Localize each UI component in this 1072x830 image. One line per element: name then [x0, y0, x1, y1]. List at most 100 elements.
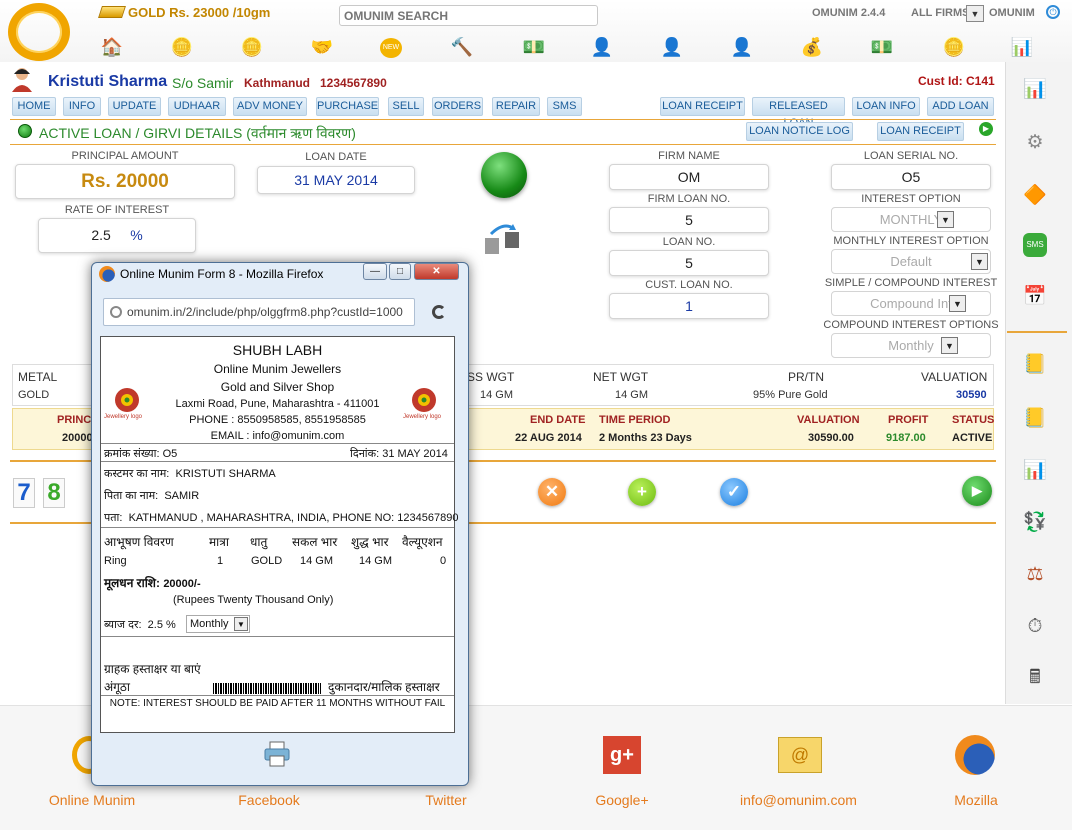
url-text[interactable]: omunim.in/2/include/php/olggfrm8.php?cus…	[127, 305, 412, 319]
gear-icon[interactable]: ⚙	[1022, 130, 1048, 156]
firm-loan-no-field[interactable]: 5	[609, 207, 769, 233]
footer-facebook[interactable]: Facebook	[226, 792, 312, 808]
sms-icon[interactable]: SMS	[1023, 233, 1047, 257]
calculator-icon[interactable]: 🖩	[1022, 665, 1048, 691]
firm-loan-no-label: FIRM LOAN NO.	[647, 193, 731, 205]
nav-released-loan[interactable]: RELEASED LOAN	[752, 97, 845, 129]
rate-field[interactable]: 2.5 %	[38, 218, 196, 253]
print-icon[interactable]	[263, 741, 291, 767]
nav-udhaar[interactable]: UDHAAR	[168, 97, 226, 116]
doc-date-value: 31 MAY 2014	[382, 448, 448, 460]
compound-options-select[interactable]: Monthly ▼	[831, 333, 991, 358]
cash-icon[interactable]: 💵	[870, 36, 894, 58]
calendar-icon[interactable]: 📅	[1022, 284, 1048, 310]
nav-add-loan[interactable]: ADD LOAN	[927, 97, 994, 116]
notebook-icon[interactable]: 📒	[1022, 352, 1048, 378]
money-spray-icon[interactable]: 💵	[522, 36, 546, 58]
chevron-down-icon[interactable]: ▼	[949, 295, 966, 312]
maximize-button[interactable]: □	[389, 263, 411, 280]
nav-home[interactable]: HOME	[12, 97, 56, 116]
doc-interval-select[interactable]: Monthly ▼	[186, 615, 250, 633]
footer-email[interactable]: info@omunim.com	[728, 792, 869, 808]
nav-loan-receipt[interactable]: LOAN RECEIPT	[660, 97, 745, 116]
loan-no-field[interactable]: 5	[609, 250, 769, 276]
chevron-down-icon[interactable]: ▼	[234, 617, 248, 631]
confirm-icon[interactable]: ✓	[720, 478, 748, 506]
new-badge-icon[interactable]: NEW	[380, 38, 402, 58]
cancel-icon[interactable]: ✕	[538, 478, 566, 506]
chevron-down-icon[interactable]: ▼	[971, 253, 988, 270]
footer-google-plus[interactable]: Google+	[588, 792, 656, 808]
hierarchy-icon[interactable]: 🔶	[1022, 183, 1048, 209]
firm-dropdown[interactable]: ▼	[966, 5, 984, 22]
nav-orders[interactable]: ORDERS	[432, 97, 483, 116]
footer-mozilla[interactable]: Mozilla	[946, 792, 1006, 808]
reload-icon[interactable]	[432, 305, 446, 319]
chevron-down-icon[interactable]: ▼	[941, 337, 958, 354]
summary-profit-header: PROFIT	[888, 414, 929, 426]
email-icon[interactable]: @	[778, 737, 822, 773]
cust-loan-no-field[interactable]: 1	[609, 293, 769, 319]
customer-name: Kristuti Sharma	[48, 73, 168, 90]
nav-repair[interactable]: REPAIR	[492, 97, 540, 116]
staff-icon[interactable]: 👤	[730, 36, 754, 58]
chevron-down-icon[interactable]: ▼	[937, 211, 954, 228]
counter-digit-7[interactable]: 7	[13, 478, 35, 508]
nav-loan-info[interactable]: LOAN INFO	[852, 97, 920, 116]
simple-compound-select[interactable]: Compound Int ▼	[831, 291, 991, 316]
nav-purchase[interactable]: PURCHASE	[316, 97, 379, 116]
footer-twitter[interactable]: Twitter	[410, 792, 482, 808]
doc-item-header-qty: मात्रा	[209, 535, 230, 549]
close-button[interactable]: ✕	[414, 263, 459, 280]
firm-name-field[interactable]: OM	[609, 164, 769, 190]
rate-unit: %	[130, 227, 143, 243]
search-input[interactable]	[339, 5, 598, 26]
next-icon[interactable]: ▶	[979, 122, 993, 136]
minimize-button[interactable]: —	[363, 263, 387, 280]
nav-update[interactable]: UPDATE	[108, 97, 161, 116]
loan-handshake-icon[interactable]: 🤝	[310, 36, 334, 58]
loan-receipt-button[interactable]: LOAN RECEIPT	[877, 122, 964, 141]
jewellery-logo-right	[412, 388, 436, 412]
nav-sell[interactable]: SELL	[388, 97, 424, 116]
nav-info[interactable]: INFO	[63, 97, 101, 116]
bar-chart-icon[interactable]: 📊	[1022, 77, 1048, 103]
transfer-loan-icon[interactable]	[483, 222, 523, 260]
google-plus-icon[interactable]: g+	[603, 736, 641, 774]
power-icon[interactable]: ⏻	[1046, 5, 1060, 19]
gold-coins-add-icon[interactable]: 🪙	[170, 36, 194, 58]
monthly-option-select[interactable]: Default ▼	[831, 249, 991, 274]
footer-online-munim[interactable]: Online Munim	[40, 792, 144, 808]
loan-date-field[interactable]: 31 MAY 2014	[257, 166, 415, 194]
add-customer-icon[interactable]: 👤	[660, 36, 684, 58]
doc-father: पिता का नाम: SAMIR	[104, 488, 199, 503]
auction-hammer-icon[interactable]: 🔨	[450, 36, 474, 58]
coin-hand-icon[interactable]: 🪙	[942, 36, 966, 58]
interest-option-select[interactable]: MONTHLY ▼	[831, 207, 991, 232]
doc-item-header-valuation: वैल्यूएशन	[402, 535, 443, 549]
money-exchange-icon[interactable]: 💱	[1022, 510, 1048, 536]
nav-adv-money[interactable]: ADV MONEY	[233, 97, 307, 116]
gold-coins-icon[interactable]: 🪙	[240, 36, 264, 58]
home-icon[interactable]: 🏠	[100, 36, 124, 58]
nav-sms[interactable]: SMS	[547, 97, 582, 116]
globe-icon	[110, 306, 122, 318]
firefox-icon[interactable]	[955, 735, 995, 775]
serial-field[interactable]: O5	[831, 164, 991, 190]
stopwatch-icon[interactable]: ⏱	[1022, 614, 1048, 640]
balance-scale-icon[interactable]: ⚖	[1022, 562, 1048, 588]
purity-header: PR/TN	[788, 370, 824, 384]
doc-address-value: KATHMANUD , MAHARASHTRA, INDIA, PHONE NO…	[128, 512, 459, 524]
next-page-icon[interactable]: ▶	[962, 476, 992, 506]
loan-notice-log-button[interactable]: LOAN NOTICE LOG	[746, 122, 853, 141]
app-version: OMUNIM 2.4.4	[812, 7, 886, 19]
customer-avatar-icon	[12, 68, 32, 92]
counter-digit-8[interactable]: 8	[43, 478, 65, 508]
ledger-icon[interactable]: 📒	[1022, 406, 1048, 432]
add-icon[interactable]: +	[628, 478, 656, 506]
omunim-logo[interactable]	[8, 3, 70, 61]
chart-report-icon[interactable]: 📊	[1022, 458, 1048, 484]
money-bag-icon[interactable]: 💰	[800, 36, 824, 58]
report-chart-icon[interactable]: 📊	[1010, 36, 1034, 58]
customer-icon[interactable]: 👤	[590, 36, 614, 58]
